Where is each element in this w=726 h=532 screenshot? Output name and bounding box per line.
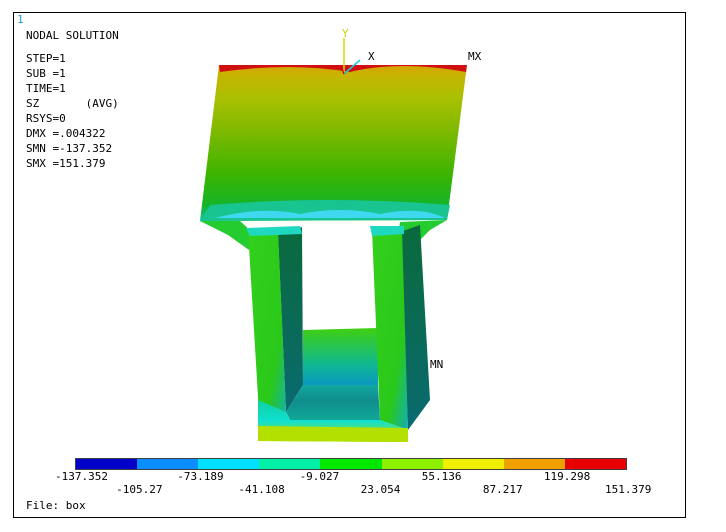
legend-swatch [442, 459, 504, 469]
legend-swatch [137, 459, 199, 469]
contour-legend-bar [75, 458, 627, 470]
legend-tick-label: -41.108 [238, 483, 285, 496]
legend-tick-label: -73.189 [177, 470, 224, 483]
triad-y-label: Y [342, 27, 349, 40]
min-marker-label: MN [430, 358, 444, 371]
legend-tick-label: 87.217 [482, 483, 523, 496]
legend-swatch [259, 459, 321, 469]
legend-swatch [320, 459, 382, 469]
legend-swatch [564, 459, 626, 469]
triad [340, 38, 361, 75]
triad-x-axis [343, 59, 361, 75]
legend-swatch [381, 459, 443, 469]
triad-x-label: X [368, 50, 375, 63]
graphics-viewport[interactable]: 1 NODAL SOLUTION STEP=1 SUB =1 TIME=1 SZ… [0, 0, 726, 532]
legend-tick-label: 23.054 [360, 483, 401, 496]
legend-tick-label: 151.379 [605, 483, 652, 496]
legend-tick-label: 119.298 [543, 470, 591, 483]
legend-tick-label: -137.352 [55, 470, 108, 483]
file-label: File: box [26, 499, 86, 512]
legend-tick-label: 55.136 [421, 470, 462, 483]
legend-swatch [76, 459, 138, 469]
max-marker-label: MX [468, 50, 482, 63]
legend-swatch [198, 459, 260, 469]
legend-tick-label: -9.027 [299, 470, 340, 483]
legend-swatch [503, 459, 565, 469]
legend-tick-label: -105.27 [116, 483, 163, 496]
